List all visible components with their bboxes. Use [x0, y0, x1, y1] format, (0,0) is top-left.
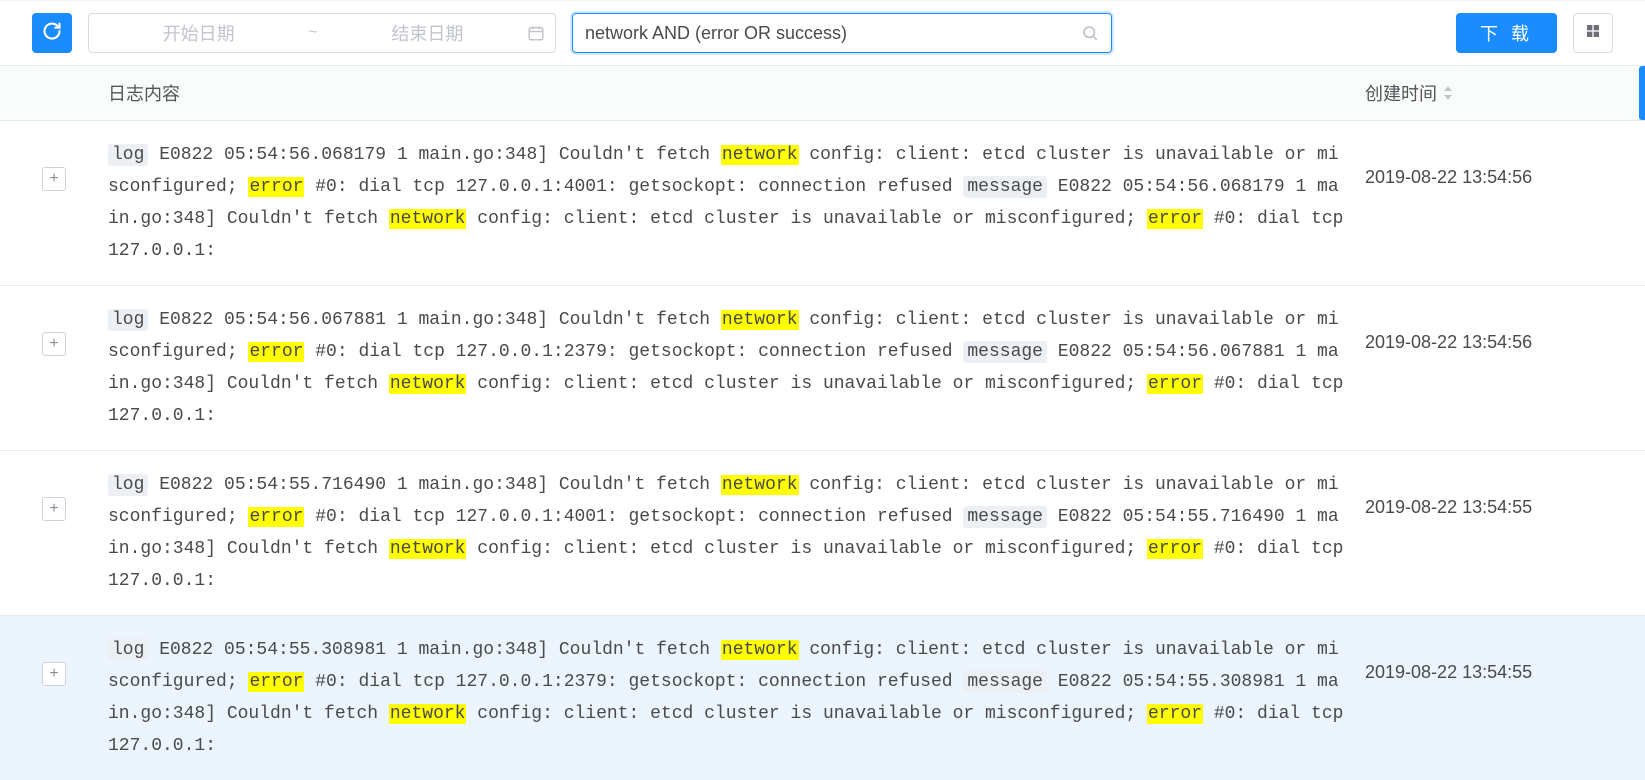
calendar-icon — [527, 24, 545, 42]
start-date-placeholder: 开始日期 — [99, 20, 298, 46]
search-highlight: error — [248, 672, 304, 692]
search-highlight: network — [721, 145, 799, 165]
search-highlight: network — [389, 539, 467, 559]
search-highlight: error — [248, 507, 304, 527]
expand-button[interactable]: + — [42, 332, 66, 356]
expand-cell: + — [0, 469, 108, 521]
download-button[interactable]: 下 载 — [1456, 13, 1557, 53]
log-content: log E0822 05:54:56.067881 1 main.go:348]… — [108, 304, 1365, 432]
log-timestamp: 2019-08-22 13:54:56 — [1365, 304, 1645, 353]
search-highlight: error — [1147, 374, 1203, 394]
expand-button[interactable]: + — [42, 167, 66, 191]
plus-icon: + — [49, 665, 58, 683]
field-tag: log — [108, 639, 148, 661]
search-highlight: error — [1147, 209, 1203, 229]
col-time-header[interactable]: 创建时间 — [1365, 80, 1645, 106]
plus-icon: + — [49, 170, 58, 188]
field-tag: message — [963, 341, 1047, 363]
log-timestamp: 2019-08-22 13:54:55 — [1365, 469, 1645, 518]
search-highlight: network — [721, 310, 799, 330]
sort-icon[interactable] — [1443, 86, 1453, 100]
log-timestamp: 2019-08-22 13:54:55 — [1365, 634, 1645, 683]
expand-button[interactable]: + — [42, 662, 66, 686]
active-column-indicator — [1639, 66, 1645, 120]
refresh-icon — [42, 21, 62, 46]
search-highlight: error — [248, 177, 304, 197]
table-row[interactable]: + log E0822 05:54:55.716490 1 main.go:348… — [0, 450, 1645, 615]
search-highlight: network — [389, 374, 467, 394]
log-content: log E0822 05:54:56.068179 1 main.go:348]… — [108, 139, 1365, 267]
search-icon[interactable] — [1081, 24, 1099, 42]
search-highlight: error — [1147, 539, 1203, 559]
search-highlight: error — [248, 342, 304, 362]
field-tag: message — [963, 506, 1047, 528]
toolbar: 开始日期 ~ 结束日期 下 载 — [0, 1, 1645, 65]
search-highlight: network — [721, 475, 799, 495]
download-button-label: 下 载 — [1480, 20, 1533, 46]
col-time-header-label: 创建时间 — [1365, 80, 1437, 106]
log-table: 日志内容 创建时间 + log E0822 05:54:56.068179 1 m… — [0, 65, 1645, 780]
log-content: log E0822 05:54:55.716490 1 main.go:348]… — [108, 469, 1365, 597]
search-highlight: network — [721, 640, 799, 660]
plus-icon: + — [49, 500, 58, 518]
expand-button[interactable]: + — [42, 497, 66, 521]
date-range-picker[interactable]: 开始日期 ~ 结束日期 — [88, 13, 556, 53]
end-date-placeholder: 结束日期 — [328, 20, 527, 46]
search-input[interactable] — [585, 23, 1081, 44]
expand-cell: + — [0, 304, 108, 356]
plus-icon: + — [49, 335, 58, 353]
grid-icon — [1585, 23, 1601, 44]
col-content-header: 日志内容 — [108, 80, 1365, 106]
table-row[interactable]: + log E0822 05:54:56.067881 1 main.go:348… — [0, 285, 1645, 450]
search-box[interactable] — [572, 13, 1112, 53]
refresh-button[interactable] — [32, 13, 72, 53]
field-tag: log — [108, 474, 148, 496]
field-tag: message — [963, 176, 1047, 198]
expand-cell: + — [0, 634, 108, 686]
expand-cell: + — [0, 139, 108, 191]
field-tag: message — [963, 671, 1047, 693]
table-header: 日志内容 创建时间 — [0, 66, 1645, 120]
layout-grid-button[interactable] — [1573, 13, 1613, 53]
date-range-separator: ~ — [298, 24, 327, 42]
log-content: log E0822 05:54:55.308981 1 main.go:348]… — [108, 634, 1365, 762]
search-highlight: network — [389, 209, 467, 229]
field-tag: log — [108, 144, 148, 166]
field-tag: log — [108, 309, 148, 331]
table-row[interactable]: + log E0822 05:54:55.308981 1 main.go:348… — [0, 615, 1645, 780]
log-timestamp: 2019-08-22 13:54:56 — [1365, 139, 1645, 188]
table-row[interactable]: + log E0822 05:54:56.068179 1 main.go:348… — [0, 120, 1645, 285]
search-highlight: network — [389, 704, 467, 724]
search-highlight: error — [1147, 704, 1203, 724]
